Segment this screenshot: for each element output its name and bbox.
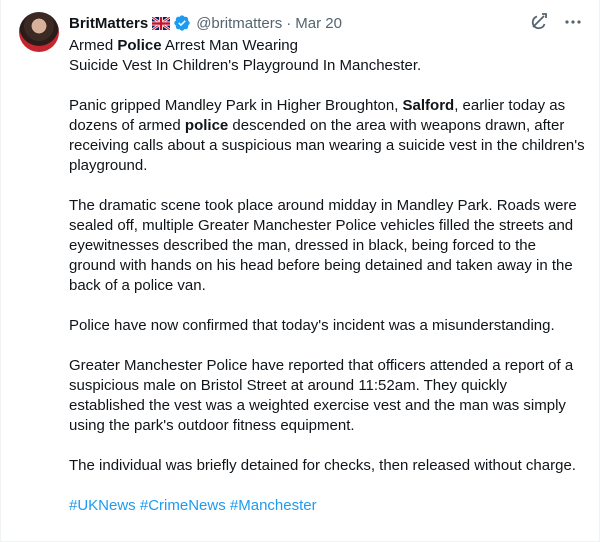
grok-icon[interactable] <box>529 12 549 37</box>
paragraph-1: Panic gripped Mandley Park in Higher Bro… <box>69 96 585 176</box>
hashtag-link[interactable]: #Manchester <box>230 497 317 514</box>
tweet-date[interactable]: Mar 20 <box>295 15 342 32</box>
paragraph-3: Police have now confirmed that today's i… <box>69 317 555 334</box>
more-icon[interactable] <box>563 12 583 37</box>
display-name[interactable]: BritMatters <box>69 15 148 32</box>
hashtags: #UKNews #CrimeNews #Manchester <box>69 496 585 516</box>
tweet-body: Armed Police Arrest Man Wearing Suicide … <box>69 36 585 536</box>
para-bold: Salford <box>402 97 455 114</box>
avatar[interactable] <box>19 12 59 52</box>
title-text: Suicide Vest In Children's Playground In… <box>69 57 422 74</box>
handle[interactable]: @britmatters <box>196 15 282 32</box>
separator: · <box>286 14 292 32</box>
title-text: Armed <box>69 37 118 54</box>
verified-badge-icon[interactable] <box>173 14 191 32</box>
title-bold: Police <box>117 37 162 54</box>
tweet-title: Armed Police Arrest Man Wearing Suicide … <box>69 36 585 76</box>
title-text: Arrest Man Wearing <box>161 37 298 54</box>
uk-flag-icon <box>151 15 171 31</box>
paragraph-2: The dramatic scene took place around mid… <box>69 197 577 294</box>
hashtag-link[interactable]: #CrimeNews <box>140 497 226 514</box>
para-bold: police <box>184 117 229 134</box>
tweet-header: BritMatters @britmatters · Mar 20 <box>69 13 342 33</box>
paragraph-4: Greater Manchester Police have reported … <box>69 357 574 434</box>
hashtag-link[interactable]: #UKNews <box>69 497 136 514</box>
tweet-actions <box>529 12 583 37</box>
tweet: BritMatters @britmatters · Mar 20 Armed … <box>0 0 600 542</box>
para-text: Panic gripped Mandley Park in Higher Bro… <box>69 97 403 114</box>
paragraph-5: The individual was briefly detained for … <box>69 457 576 474</box>
